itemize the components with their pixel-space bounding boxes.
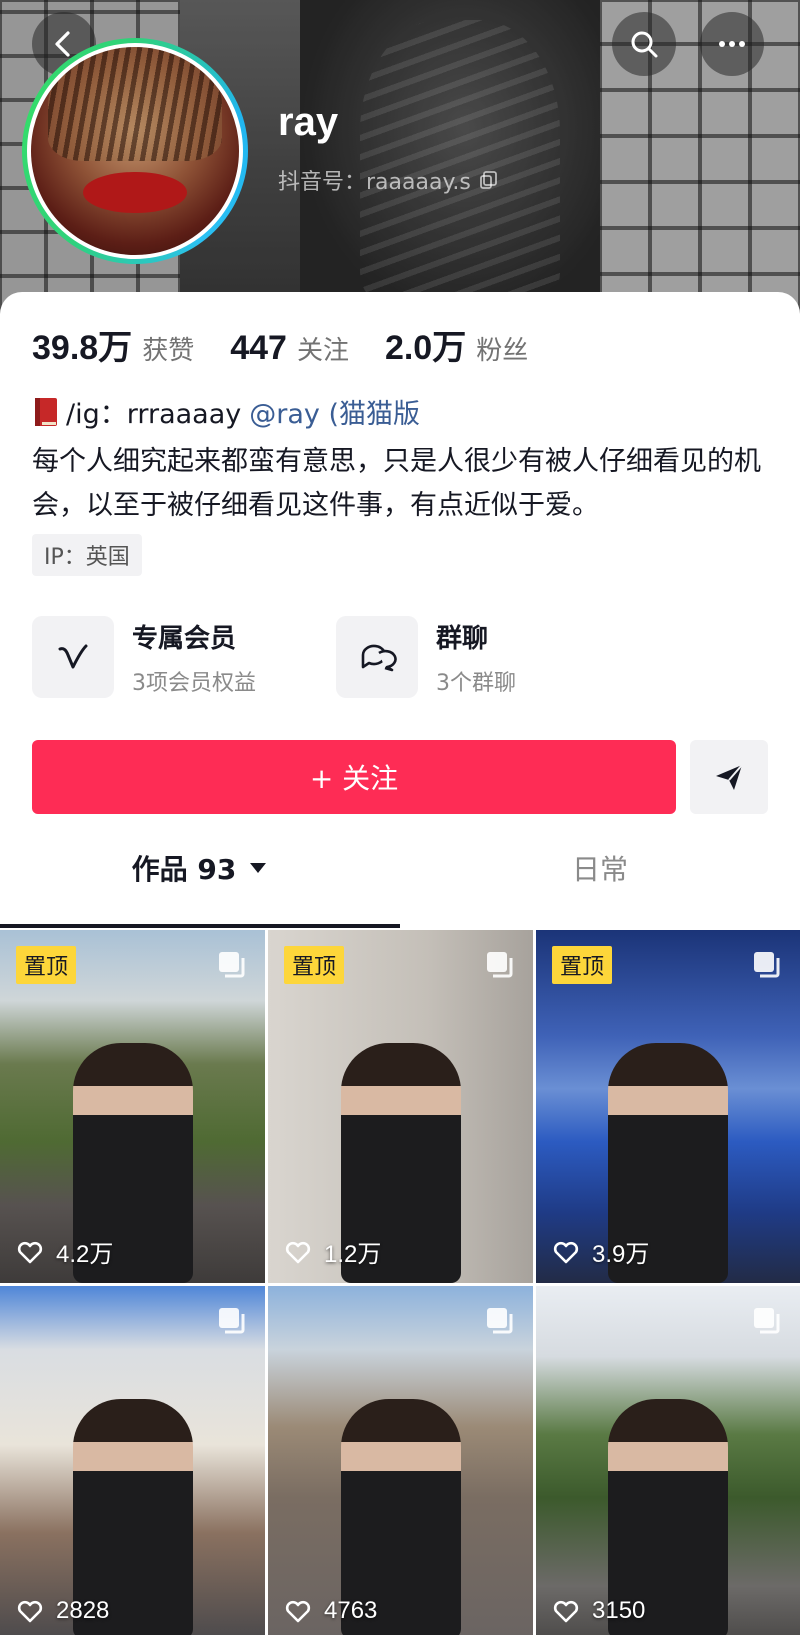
group-chat-title: 群聊	[436, 623, 489, 654]
group-chat-icon	[361, 644, 397, 672]
bio-first-line: /ig：rrraaaay @ray (猫猫版	[32, 392, 420, 431]
multi-image-icon	[754, 952, 780, 978]
like-count-value: 2828	[56, 1597, 110, 1624]
pinned-badge: 置顶	[16, 946, 77, 984]
content-tabs: 作品 93 日常	[0, 832, 800, 904]
share-button[interactable]	[690, 740, 768, 814]
search-button[interactable]	[612, 12, 676, 76]
heart-icon	[285, 1600, 311, 1623]
like-count: 1.2万	[284, 1234, 381, 1269]
like-count-value: 4763	[324, 1597, 378, 1624]
like-count: 3150	[552, 1597, 645, 1625]
like-count-value: 4.2万	[56, 1241, 114, 1268]
stat-likes-label: 获赞	[142, 336, 195, 366]
heart-icon	[17, 1241, 43, 1263]
video-card[interactable]: 置顶 1.2万	[268, 930, 533, 1283]
copy-icon[interactable]	[479, 170, 499, 190]
heart-icon	[17, 1600, 43, 1623]
pinned-badge: 置顶	[284, 946, 345, 984]
pinned-badge: 置顶	[552, 946, 613, 984]
like-count: 3.9万	[552, 1234, 649, 1269]
ip-location-tag: IP：英国	[32, 534, 142, 576]
tab-works[interactable]: 作品 93	[0, 832, 400, 904]
heart-icon	[285, 1241, 311, 1263]
heart-icon	[553, 1600, 579, 1623]
group-chat-subtitle: 3个群聊	[436, 670, 516, 696]
tab-active-indicator	[0, 924, 400, 928]
multi-image-icon	[219, 952, 245, 978]
multi-image-icon	[219, 1308, 245, 1334]
like-count-value: 3.9万	[592, 1241, 650, 1268]
stat-followers[interactable]: 2.0万 粉丝	[385, 320, 528, 369]
multi-image-icon	[754, 1308, 780, 1334]
like-count: 4.2万	[16, 1234, 113, 1269]
member-v-icon	[58, 644, 88, 669]
stat-following[interactable]: 447 关注	[230, 329, 349, 368]
member-subtitle: 3项会员权益	[132, 670, 256, 696]
more-icon	[719, 41, 745, 47]
caret-down-icon	[250, 863, 267, 873]
video-card[interactable]: 置顶 3.9万	[536, 930, 800, 1283]
tab-daily-label: 日常	[571, 853, 628, 886]
stats-row: 39.8万 获赞 447 关注 2.0万 粉丝	[32, 320, 564, 369]
member-title: 专属会员	[132, 623, 237, 654]
bio-ig: /ig：rrraaaay	[66, 399, 242, 430]
tab-daily[interactable]: 日常	[400, 832, 800, 904]
douyin-id: 抖音号：raaaaay.s	[278, 170, 471, 195]
search-icon	[631, 31, 658, 58]
member-entry[interactable]: 专属会员 3项会员权益	[32, 616, 256, 698]
stat-likes-value: 39.8万	[32, 329, 133, 367]
nickname: ray	[278, 100, 339, 144]
works-grid: 置顶 4.2万 置顶 1.2万 置顶 3.9万 2828 4763 3150	[0, 930, 800, 1635]
stat-following-label: 关注	[296, 336, 349, 366]
video-card[interactable]: 2828	[0, 1286, 265, 1635]
stat-likes[interactable]: 39.8万 获赞	[32, 320, 194, 369]
douyin-id-row[interactable]: 抖音号：raaaaay.s	[278, 164, 499, 196]
share-send-icon	[716, 764, 743, 790]
heart-icon	[553, 1241, 579, 1263]
follow-button[interactable]: + 关注	[32, 740, 676, 814]
like-count: 2828	[16, 1597, 109, 1625]
like-count-value: 1.2万	[324, 1241, 382, 1268]
multi-image-icon	[487, 1308, 513, 1334]
video-card[interactable]: 3150	[536, 1286, 800, 1635]
stat-following-value: 447	[230, 329, 287, 367]
avatar-image	[31, 47, 239, 255]
avatar[interactable]	[22, 38, 248, 264]
group-chat-entry[interactable]: 群聊 3个群聊	[336, 616, 516, 698]
multi-image-icon	[487, 952, 513, 978]
bio-mention-link[interactable]: @ray (猫猫版	[249, 392, 420, 431]
tab-works-label: 作品 93	[131, 853, 237, 886]
video-card[interactable]: 置顶 4.2万	[0, 930, 265, 1283]
more-button[interactable]	[700, 12, 764, 76]
stat-followers-value: 2.0万	[384, 329, 467, 367]
like-count: 4763	[284, 1597, 377, 1625]
like-count-value: 3150	[592, 1597, 646, 1624]
profile-banner: ray 抖音号：raaaaay.s	[0, 0, 800, 320]
bio-text: 每个人细究起来都蛮有意思，只是人很少有被人仔细看见的机会，以至于被仔细看见这件事…	[32, 446, 761, 521]
book-icon	[35, 397, 57, 426]
video-card[interactable]: 4763	[268, 1286, 533, 1635]
stat-followers-label: 粉丝	[476, 336, 529, 366]
